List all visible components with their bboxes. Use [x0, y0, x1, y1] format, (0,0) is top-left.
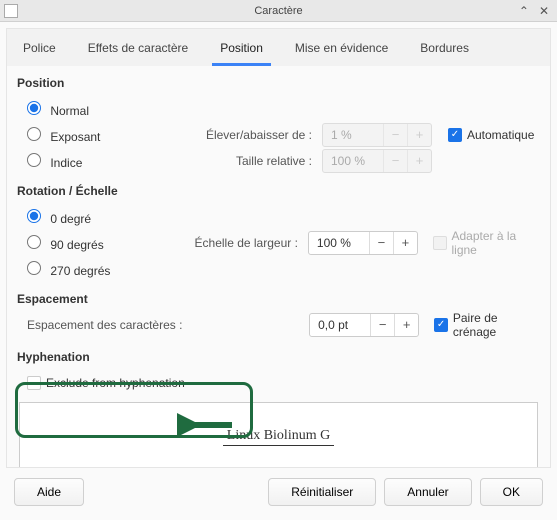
- tab-effets[interactable]: Effets de caractère: [80, 35, 197, 66]
- label-90deg: 90 degrés: [50, 238, 103, 252]
- dialog-body: Police Effets de caractère Position Mise…: [0, 22, 557, 520]
- spin-raise: − +: [322, 123, 432, 147]
- check-fit: Adapter à la ligne: [433, 229, 540, 257]
- button-bar: Aide Réinitialiser Annuler OK: [6, 468, 551, 514]
- label-indice: Indice: [50, 156, 82, 170]
- window-title: Caractère: [254, 5, 302, 17]
- check-exclude-hyphenation[interactable]: Exclude from hyphenation: [27, 376, 185, 390]
- label-charspacing: Espacement des caractères :: [27, 318, 309, 332]
- section-rotation-title: Rotation / Échelle: [17, 184, 540, 198]
- radio-exposant[interactable]: [27, 127, 41, 141]
- check-kerning[interactable]: Paire de crénage: [434, 311, 540, 339]
- tab-position[interactable]: Position: [212, 35, 271, 66]
- check-auto[interactable]: Automatique: [448, 128, 534, 142]
- section-hyphenation-title: Hyphenation: [17, 350, 540, 364]
- section-spacing-title: Espacement: [17, 292, 540, 306]
- raise-decrement: −: [383, 124, 407, 146]
- raise-increment: +: [407, 124, 431, 146]
- close-icon[interactable]: ✕: [539, 4, 549, 18]
- tab-bordures[interactable]: Bordures: [412, 35, 477, 66]
- label-scale: Échelle de largeur :: [151, 236, 308, 250]
- content-area: Position Normal Exposant Élever/abaisser…: [6, 66, 551, 468]
- input-relative: [323, 154, 383, 168]
- label-270deg: 270 degrés: [50, 264, 110, 278]
- exclude-check-icon: [27, 376, 41, 390]
- kerning-check-icon: [434, 318, 447, 332]
- spacing-decrement[interactable]: −: [370, 314, 394, 336]
- tab-police[interactable]: Police: [15, 35, 64, 66]
- help-button[interactable]: Aide: [14, 478, 84, 506]
- scale-increment[interactable]: +: [393, 232, 417, 254]
- spin-relative: − +: [322, 149, 432, 173]
- check-icon: [448, 128, 462, 142]
- reset-button[interactable]: Réinitialiser: [268, 478, 376, 506]
- preview-text: Linux Biolinum G: [223, 428, 334, 446]
- relative-decrement: −: [383, 150, 407, 172]
- cancel-button[interactable]: Annuler: [384, 478, 471, 506]
- fit-check-icon: [433, 236, 446, 250]
- minimize-icon[interactable]: ⌃: [519, 4, 529, 18]
- tab-mise[interactable]: Mise en évidence: [287, 35, 396, 66]
- label-0deg: 0 degré: [50, 212, 91, 226]
- spin-scale[interactable]: − +: [308, 231, 418, 255]
- radio-normal[interactable]: [27, 101, 41, 115]
- rotation-group: 0 degré 90 degrés Échelle de largeur : −…: [17, 204, 540, 282]
- label-kerning: Paire de crénage: [453, 311, 540, 339]
- ok-button[interactable]: OK: [480, 478, 543, 506]
- spin-spacing[interactable]: − +: [309, 313, 419, 337]
- label-auto: Automatique: [467, 128, 534, 142]
- label-exclude: Exclude from hyphenation: [46, 376, 185, 390]
- label-fit: Adapter à la ligne: [452, 229, 540, 257]
- radio-indice[interactable]: [27, 153, 41, 167]
- titlebar: Caractère ⌃ ✕: [0, 0, 557, 22]
- label-raise: Élever/abaisser de :: [157, 128, 322, 142]
- tab-bar: Police Effets de caractère Position Mise…: [6, 28, 551, 66]
- label-normal: Normal: [50, 104, 89, 118]
- label-exposant: Exposant: [50, 130, 100, 144]
- position-group: Normal Exposant Élever/abaisser de : − +…: [17, 96, 540, 174]
- section-position-title: Position: [17, 76, 540, 90]
- relative-increment: +: [407, 150, 431, 172]
- app-icon: [4, 4, 18, 18]
- input-scale[interactable]: [309, 236, 369, 250]
- radio-270deg[interactable]: [27, 261, 41, 275]
- radio-90deg[interactable]: [27, 235, 41, 249]
- input-raise: [323, 128, 383, 142]
- label-relative: Taille relative :: [157, 154, 322, 168]
- input-spacing[interactable]: [310, 318, 370, 332]
- font-preview: Linux Biolinum G: [19, 402, 538, 468]
- spacing-increment[interactable]: +: [394, 314, 418, 336]
- radio-0deg[interactable]: [27, 209, 41, 223]
- scale-decrement[interactable]: −: [369, 232, 393, 254]
